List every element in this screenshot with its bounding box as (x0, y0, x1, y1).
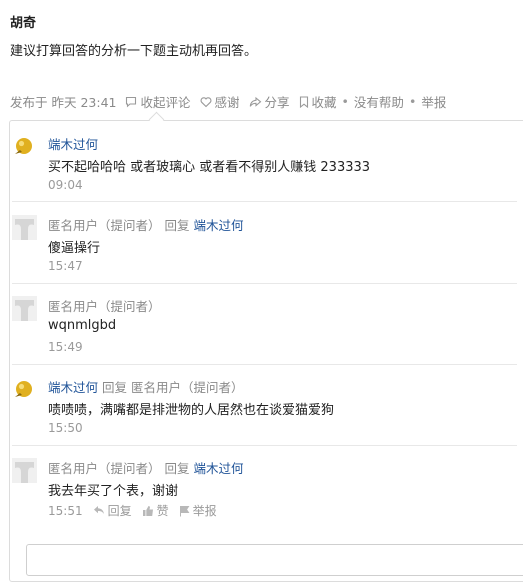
favorite-label: 收藏 (311, 95, 337, 110)
comment-reply-label: 回复 (107, 504, 132, 518)
comment-report-label: 举报 (192, 504, 217, 518)
role-tag: （提问者） (98, 461, 161, 476)
comment-reply-button[interactable]: 回复 (93, 502, 132, 519)
comment-time: 15:50 (48, 421, 83, 435)
comment-time: 15:49 (48, 340, 83, 354)
comment-input[interactable] (26, 544, 523, 576)
gold-ball-icon[interactable] (12, 377, 37, 402)
comment-author[interactable]: 匿名用户 (48, 218, 98, 233)
share-arrow-icon (249, 96, 261, 107)
thanks-label: 感谢 (214, 95, 240, 110)
report-button[interactable]: 举报 (421, 92, 446, 111)
heart-icon (200, 96, 211, 107)
reply-to-link[interactable]: 匿名用户 (131, 380, 181, 395)
role-tag: （提问者） (98, 218, 161, 233)
comment-like-label: 赞 (156, 504, 169, 518)
reply-word: 回复 (164, 218, 190, 233)
comment-divider (12, 445, 517, 446)
collapse-comments-label: 收起评论 (140, 95, 191, 110)
reply-to-link[interactable]: 端木过何 (194, 218, 244, 233)
comment-bubble-icon (126, 96, 137, 107)
separator-dot: • (408, 94, 417, 109)
comment-text: 傻逼操行 (48, 241, 101, 256)
reply-word: 回复 (102, 380, 128, 395)
gold-ball-icon[interactable] (12, 134, 37, 159)
flag-icon (179, 505, 190, 516)
comment-time: 15:47 (48, 259, 83, 273)
bookmark-icon (299, 95, 308, 108)
comment-divider (12, 283, 517, 284)
reply-arrow-icon (93, 506, 104, 514)
comment-like-button[interactable]: 赞 (142, 502, 169, 519)
comment-text: wqnmlgbd (48, 318, 117, 333)
default-avatar-icon[interactable] (12, 458, 37, 483)
comment-divider (12, 364, 517, 365)
thumbs-up-icon (142, 505, 153, 516)
default-avatar-icon[interactable] (12, 215, 37, 240)
reply-to-link[interactable]: 端木过何 (194, 461, 244, 476)
favorite-button[interactable]: 收藏 (299, 92, 337, 111)
comment-text: 啧啧啧，满嘴都是排泄物的人居然也在谈爱猫爱狗 (48, 403, 335, 418)
thanks-button[interactable]: 感谢 (200, 92, 240, 111)
reply-word: 回复 (164, 461, 190, 476)
comment-author-link[interactable]: 端木过何 (48, 137, 98, 152)
share-button[interactable]: 分享 (249, 92, 290, 111)
role-tag: （提问者） (98, 299, 161, 314)
comment-report-button[interactable]: 举报 (179, 502, 217, 519)
comment-text: 买不起哈哈哈 或者玻璃心 或者看不得别人赚钱 233333 (48, 160, 371, 175)
default-avatar-icon[interactable] (12, 296, 37, 321)
answer-author[interactable]: 胡奇 (10, 12, 36, 31)
comment-author[interactable]: 匿名用户 (48, 461, 98, 476)
comment-text: 我去年买了个表，谢谢 (48, 484, 179, 499)
comment-time: 09:04 (48, 178, 83, 192)
comment-author[interactable]: 匿名用户 (48, 299, 98, 314)
comment-time: 15:51 (48, 503, 83, 518)
answer-text: 建议打算回答的分析一下题主动机再回答。 (10, 44, 258, 59)
share-label: 分享 (264, 95, 290, 110)
not-helpful-button[interactable]: 没有帮助 (354, 92, 404, 111)
collapse-comments-button[interactable]: 收起评论 (125, 92, 191, 111)
answer-meta-bar: 发布于 昨天 23:41 收起评论 感谢 分享 收藏 • 没有帮助 • 举报 (10, 92, 455, 111)
comment-divider (12, 201, 517, 202)
comment-author-link[interactable]: 端木过何 (48, 380, 98, 395)
published-time[interactable]: 发布于 昨天 23:41 (10, 92, 116, 111)
separator-dot: • (341, 94, 349, 109)
role-tag: （提问者） (181, 380, 244, 395)
